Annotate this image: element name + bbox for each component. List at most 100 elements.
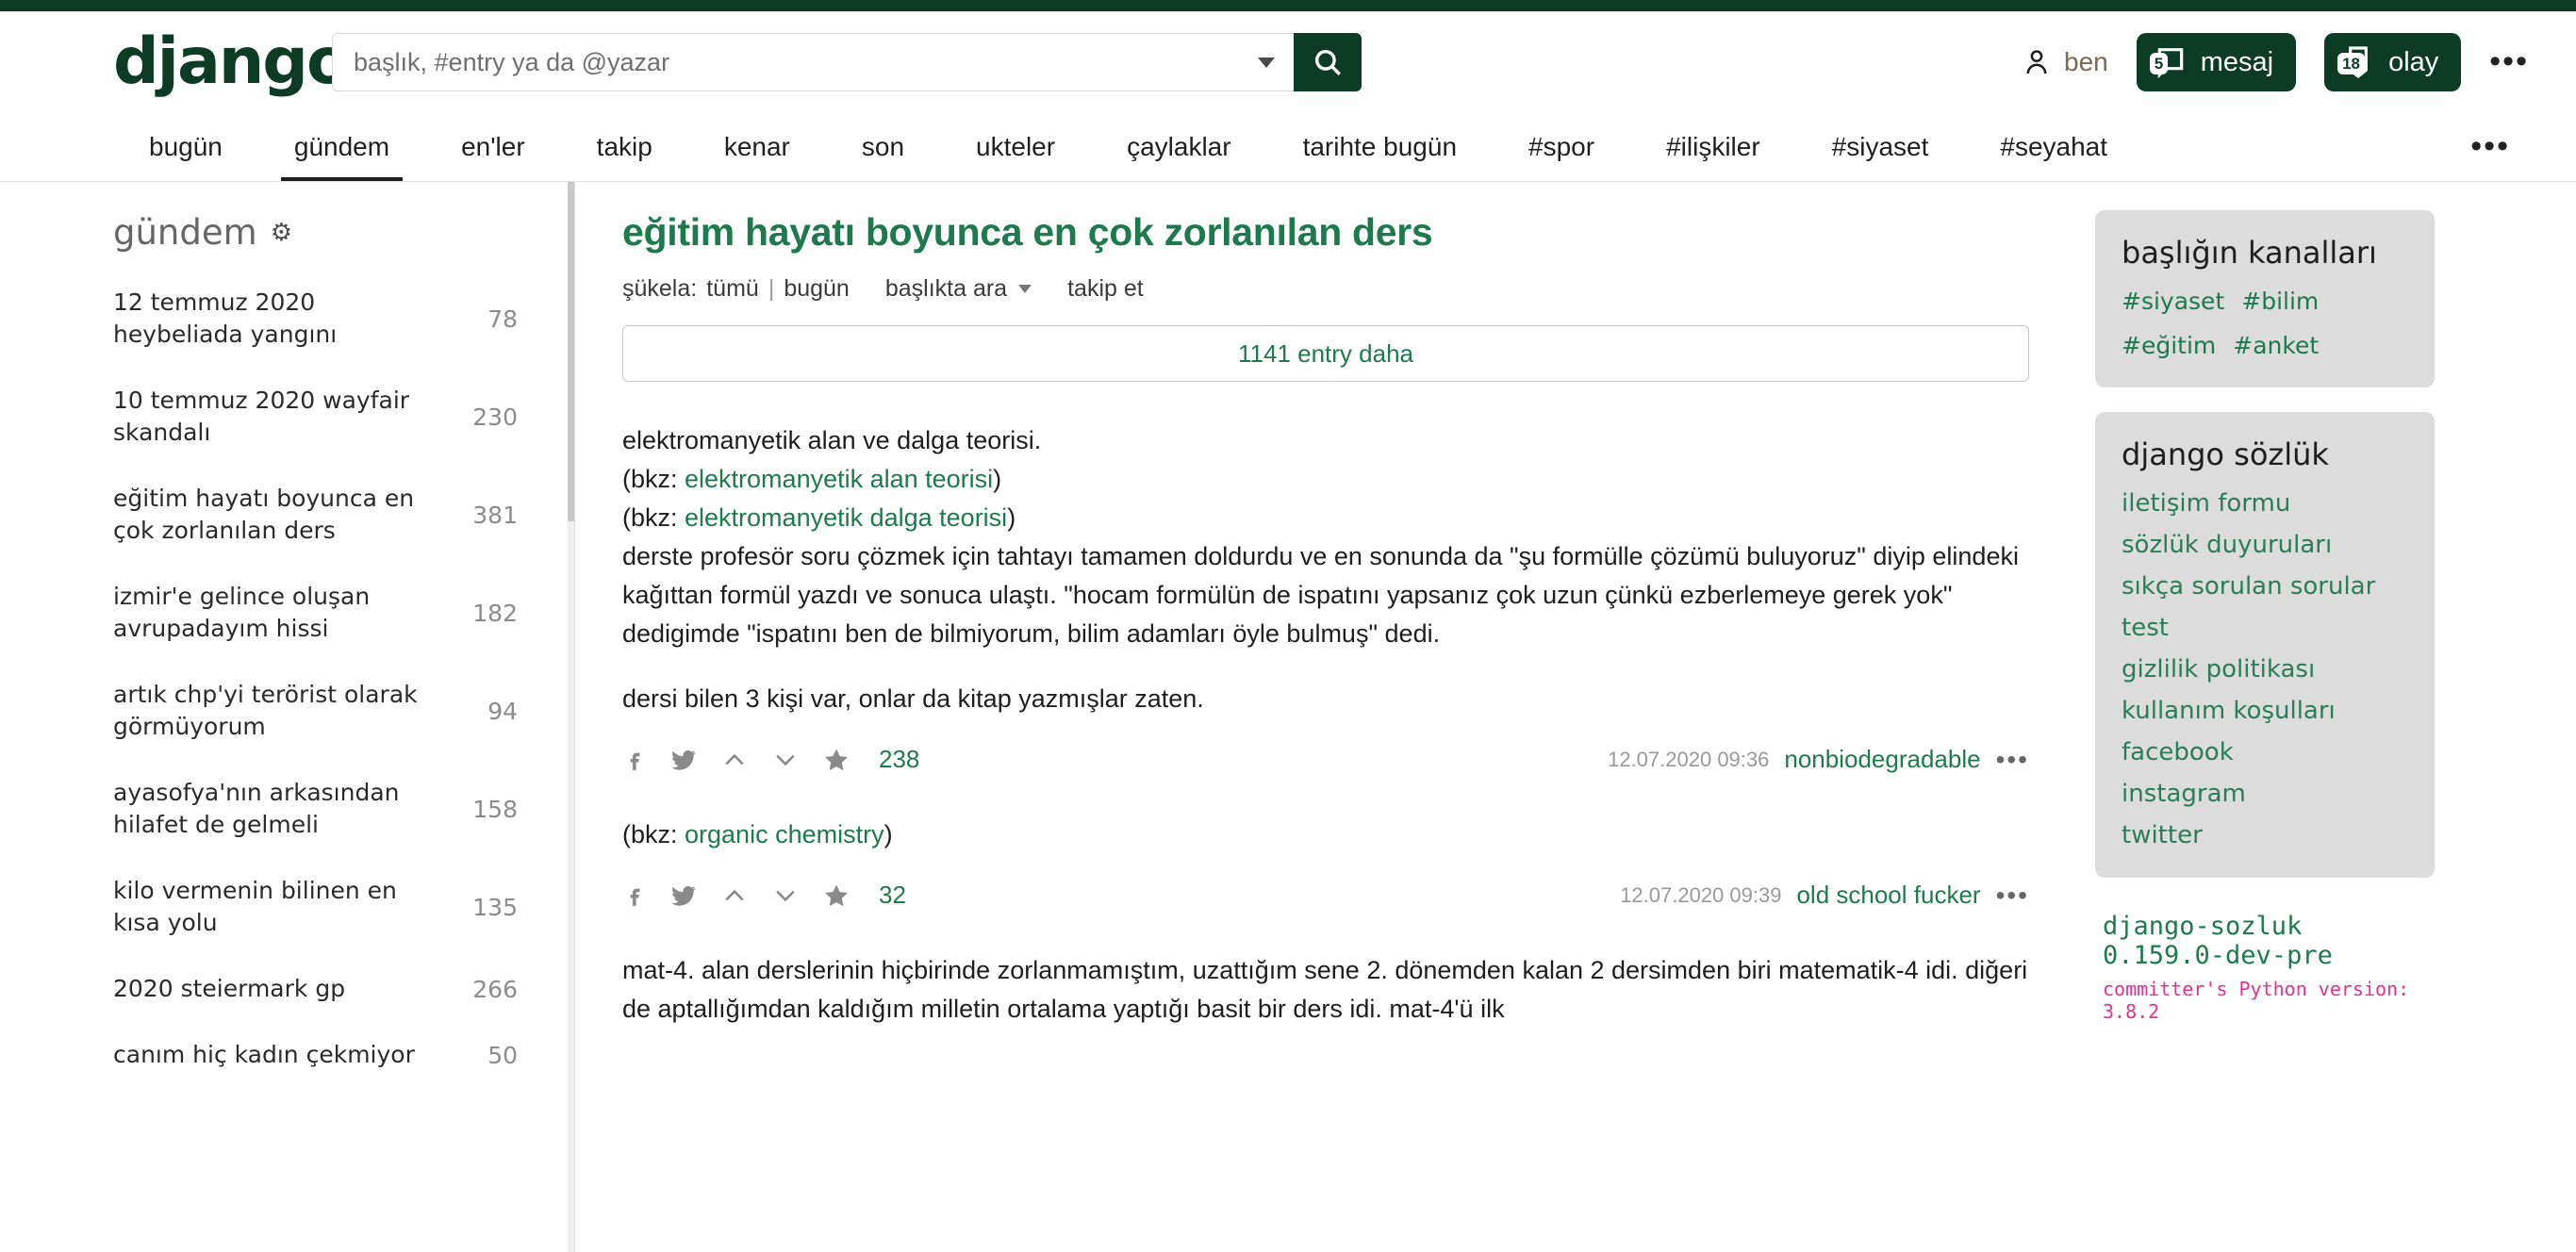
sidebar-scrollbar[interactable]: [568, 182, 574, 1252]
topic-title: canım hiç kadın çekmiyor: [113, 1039, 415, 1071]
entry-paragraph: dersi bilen 3 kişi var, onlar da kitap y…: [622, 680, 2029, 718]
link-facebook[interactable]: facebook: [2122, 738, 2408, 766]
link-sikca-sorulan-sorular[interactable]: sıkça sorulan sorular: [2122, 572, 2408, 601]
topic-title: 12 temmuz 2020 heybeliada yangını: [113, 287, 443, 351]
nav-item-siyaset[interactable]: #siyaset: [1796, 113, 1965, 181]
channel-link-siyaset[interactable]: #siyaset: [2122, 288, 2224, 315]
sidebar-header: gündem ⚙: [113, 212, 518, 253]
favorite-count: 238: [879, 745, 919, 774]
load-more-entries-button[interactable]: 1141 entry daha: [622, 325, 2029, 382]
topic-title: izmir'e gelince oluşan avrupadayım hissi: [113, 581, 443, 645]
link-kullanim-kosullari[interactable]: kullanım koşulları: [2122, 697, 2408, 725]
bkz-prefix: (bkz:: [622, 503, 685, 532]
nav-item-bugun[interactable]: bugün: [113, 113, 258, 181]
entry-overflow-menu-icon[interactable]: •••: [1996, 754, 2029, 765]
chevron-down-icon[interactable]: [1258, 58, 1275, 68]
entry-author[interactable]: old school fucker: [1796, 881, 1980, 910]
list-item[interactable]: artık chp'yi terörist olarak görmüyorum …: [113, 679, 518, 743]
favorite-star-icon[interactable]: [822, 746, 850, 774]
events-button[interactable]: 18 olay: [2324, 33, 2461, 91]
filter-today-link[interactable]: bugün: [784, 275, 850, 303]
link-sozluk-duyurulari[interactable]: sözlük duyuruları: [2122, 531, 2408, 559]
nav-item-enler[interactable]: en'ler: [425, 113, 561, 181]
entry-actions: 32: [622, 881, 906, 910]
bkz-prefix: (bkz:: [622, 820, 685, 848]
facebook-share-icon[interactable]: [622, 746, 647, 774]
bkz-link[interactable]: elektromanyetik alan teorisi: [685, 465, 993, 493]
entry-author[interactable]: nonbiodegradable: [1784, 745, 1980, 774]
sidebar-scrollbar-thumb[interactable]: [568, 182, 574, 521]
nav-item-takip[interactable]: takip: [561, 113, 688, 181]
topic-title: kilo vermenin bilinen en kısa yolu: [113, 875, 443, 939]
topic-title: eğitim hayatı boyunca en çok zorlanılan …: [113, 483, 443, 547]
list-item[interactable]: ayasofya'nın arkasından hilafet de gelme…: [113, 777, 518, 841]
favorite-count: 32: [879, 881, 906, 910]
search-input[interactable]: [352, 47, 1248, 78]
list-item[interactable]: 12 temmuz 2020 heybeliada yangını 78: [113, 287, 518, 351]
entry-list: eğitim hayatı boyunca en çok zorlanılan …: [575, 182, 2086, 1252]
downvote-icon[interactable]: [771, 746, 800, 774]
event-icon: 18: [2339, 43, 2377, 81]
link-instagram[interactable]: instagram: [2122, 780, 2408, 808]
entry-meta: 12.07.2020 09:36 nonbiodegradable •••: [1608, 745, 2029, 774]
page-title[interactable]: eğitim hayatı boyunca en çok zorlanılan …: [622, 210, 2029, 255]
nav-item-iliskiler[interactable]: #ilişkiler: [1630, 113, 1796, 181]
topic-title: artık chp'yi terörist olarak görmüyorum: [113, 679, 443, 743]
channel-link-bilim[interactable]: #bilim: [2241, 288, 2319, 315]
search-area: [332, 33, 1362, 91]
topic-count: 230: [472, 404, 518, 431]
channel-link-anket[interactable]: #anket: [2233, 332, 2319, 359]
bkz-suffix: ): [993, 465, 1001, 493]
nav-item-caylaklar[interactable]: çaylaklar: [1091, 113, 1266, 181]
nav-item-spor[interactable]: #spor: [1493, 113, 1630, 181]
link-gizlilik-politikasi[interactable]: gizlilik politikası: [2122, 655, 2408, 684]
list-item[interactable]: canım hiç kadın çekmiyor 50: [113, 1039, 518, 1071]
username-label: ben: [2064, 47, 2108, 77]
nav-item-tarihte-bugun[interactable]: tarihte bugün: [1267, 113, 1493, 181]
facebook-share-icon[interactable]: [622, 881, 647, 910]
link-test[interactable]: test: [2122, 614, 2408, 642]
nav-overflow-menu-icon[interactable]: •••: [2452, 113, 2529, 181]
search-in-title-link[interactable]: başlıkta ara: [885, 275, 1007, 303]
twitter-share-icon[interactable]: [669, 746, 698, 774]
list-item[interactable]: izmir'e gelince oluşan avrupadayım hissi…: [113, 581, 518, 645]
favorite-star-icon[interactable]: [822, 881, 850, 910]
messages-button[interactable]: 5 mesaj: [2137, 33, 2296, 91]
sidebar-title: gündem: [113, 212, 257, 253]
django-logo[interactable]: django: [0, 30, 283, 94]
nav-item-ukteler[interactable]: ukteler: [940, 113, 1091, 181]
topic-title: ayasofya'nın arkasından hilafet de gelme…: [113, 777, 443, 841]
channel-link-egitim[interactable]: #eğitim: [2122, 332, 2216, 359]
right-sidebar: başlığın kanalları #siyaset #bilim #eğit…: [2086, 182, 2576, 1252]
list-item[interactable]: 2020 steiermark gp 266: [113, 973, 518, 1005]
nav-item-kenar[interactable]: kenar: [688, 113, 826, 181]
list-item[interactable]: 10 temmuz 2020 wayfair skandalı 230: [113, 385, 518, 449]
search-button[interactable]: [1294, 33, 1362, 91]
topic-count: 381: [472, 502, 518, 529]
list-item[interactable]: eğitim hayatı boyunca en çok zorlanılan …: [113, 483, 518, 547]
bkz-prefix: (bkz:: [622, 465, 685, 493]
bkz-link[interactable]: elektromanyetik dalga teorisi: [685, 503, 1007, 532]
upvote-icon[interactable]: [720, 881, 749, 910]
entry-content-partial: mat-4. alan derslerinin hiçbirinde zorla…: [622, 951, 2029, 1029]
search-box[interactable]: [332, 33, 1294, 91]
channels-card-title: başlığın kanalları: [2122, 235, 2408, 271]
entry-overflow-menu-icon[interactable]: •••: [1996, 890, 2029, 900]
user-menu[interactable]: ben: [2021, 46, 2108, 78]
filter-all-link[interactable]: tümü: [706, 275, 759, 303]
nav-item-seyahat[interactable]: #seyahat: [1964, 113, 2143, 181]
bkz-link[interactable]: organic chemistry: [685, 820, 884, 848]
list-item[interactable]: kilo vermenin bilinen en kısa yolu 135: [113, 875, 518, 939]
nav-item-son[interactable]: son: [826, 113, 940, 181]
chevron-down-icon[interactable]: [1018, 285, 1032, 293]
entry-content: elektromanyetik alan ve dalga teorisi. (…: [622, 421, 2029, 718]
gear-icon[interactable]: ⚙: [271, 219, 292, 247]
follow-topic-link[interactable]: takip et: [1067, 275, 1144, 303]
link-iletisim-formu[interactable]: iletişim formu: [2122, 489, 2408, 518]
upvote-icon[interactable]: [720, 746, 749, 774]
twitter-share-icon[interactable]: [669, 881, 698, 910]
link-twitter[interactable]: twitter: [2122, 821, 2408, 849]
nav-item-gundem[interactable]: gündem: [258, 113, 425, 181]
header-overflow-menu-icon[interactable]: •••: [2489, 56, 2529, 69]
downvote-icon[interactable]: [771, 881, 800, 910]
